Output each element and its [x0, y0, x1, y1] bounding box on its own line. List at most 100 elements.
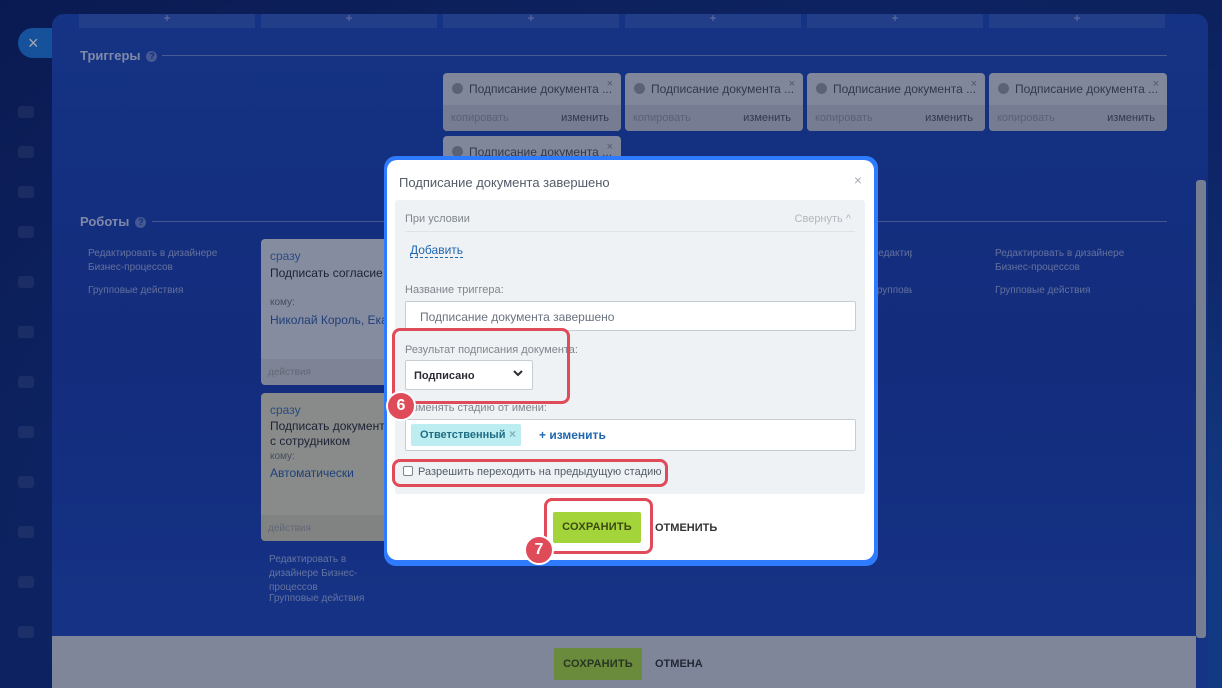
- robot-when[interactable]: сразу: [270, 249, 301, 263]
- rail-icon[interactable]: [18, 576, 34, 588]
- add-condition-link[interactable]: Добавить: [410, 243, 464, 258]
- step-badge-6: 6: [386, 391, 416, 421]
- robot-card[interactable]: сразу Подписать согласие на кому: Никола…: [261, 239, 391, 385]
- group-actions-link[interactable]: Групповые действия: [88, 284, 238, 298]
- robot-title: Подписать согласие на: [270, 266, 391, 280]
- robot-assignee[interactable]: Николай Король, Екат: [270, 313, 391, 327]
- highlight-checkbox: [392, 459, 668, 487]
- trigger-actions: копировать изменить: [625, 105, 803, 131]
- stage-column-add[interactable]: +: [807, 14, 983, 28]
- edit-link[interactable]: изменить: [743, 112, 791, 124]
- copy-link[interactable]: копировать: [451, 112, 509, 124]
- trigger-name: Подписание документа ...: [651, 82, 795, 96]
- rail-icon[interactable]: [18, 276, 34, 288]
- bottom-bar: СОХРАНИТЬ ОТМЕНА: [52, 636, 1196, 688]
- bottom-cancel-button[interactable]: ОТМЕНА: [655, 658, 703, 670]
- rail-icon[interactable]: [18, 186, 34, 198]
- stage-column-add[interactable]: +: [443, 14, 619, 28]
- trigger-icon: [452, 83, 463, 94]
- edit-in-designer-link[interactable]: Редактировать в дизайнере Бизнес-процесс…: [88, 247, 238, 275]
- stage-user-selector[interactable]: Ответственный × + изменить: [405, 419, 856, 451]
- close-icon: ×: [28, 33, 39, 53]
- close-icon[interactable]: ×: [607, 141, 613, 153]
- help-icon[interactable]: ?: [135, 217, 147, 228]
- dialog-cancel-button[interactable]: ОТМЕНИТЬ: [655, 522, 717, 534]
- scrollbar[interactable]: [1196, 180, 1206, 638]
- trigger-card[interactable]: Подписание документа ... × копировать изм…: [443, 73, 621, 131]
- trigger-card[interactable]: Подписание документа ... × копировать изм…: [807, 73, 985, 131]
- robot-to-label: кому:: [270, 297, 295, 308]
- trigger-icon: [816, 83, 827, 94]
- divider: [162, 55, 1167, 56]
- close-icon[interactable]: ×: [789, 78, 795, 90]
- change-user-link[interactable]: + изменить: [539, 428, 606, 442]
- edit-link[interactable]: изменить: [925, 112, 973, 124]
- plus-icon: +: [163, 14, 171, 25]
- trigger-actions: копировать изменить: [443, 105, 621, 131]
- edit-link[interactable]: изменить: [1107, 112, 1155, 124]
- trigger-card[interactable]: Подписание документа ... × копировать изм…: [625, 73, 803, 131]
- collapse-link[interactable]: Свернуть ^: [795, 213, 851, 225]
- divider: [405, 231, 855, 232]
- group-actions-link[interactable]: Групповые действия: [995, 284, 1145, 298]
- rail-icon[interactable]: [18, 326, 34, 338]
- edit-in-designer-link[interactable]: Редактировать в дизайнере Бизнес-процесс…: [995, 247, 1145, 275]
- help-icon[interactable]: ?: [146, 51, 158, 62]
- rail-icon[interactable]: [18, 376, 34, 388]
- responsible-tag-label: Ответственный: [420, 429, 506, 441]
- bottom-save-button[interactable]: СОХРАНИТЬ: [554, 648, 642, 680]
- remove-icon[interactable]: ×: [509, 427, 516, 441]
- robot-when[interactable]: сразу: [270, 403, 301, 417]
- rail-icon[interactable]: [18, 146, 34, 158]
- trigger-icon: [998, 83, 1009, 94]
- plus-icon: +: [527, 14, 535, 25]
- robot-to-label: кому:: [270, 451, 295, 462]
- trigger-name: Подписание документа ...: [1015, 82, 1159, 96]
- copy-link[interactable]: копировать: [633, 112, 691, 124]
- robot-actions[interactable]: действия: [261, 515, 391, 541]
- trigger-card[interactable]: Подписание документа ... × копировать изм…: [989, 73, 1167, 131]
- close-icon[interactable]: ×: [607, 78, 613, 90]
- dialog-title: Подписание документа завершено: [399, 175, 610, 190]
- trigger-icon: [634, 83, 645, 94]
- edit-in-designer-link[interactable]: Редактировать в дизайнере Бизнес-процесс…: [269, 553, 389, 595]
- group-actions-link[interactable]: Групповые действия: [872, 284, 912, 298]
- trigger-name-input[interactable]: Подписание документа завершено: [405, 301, 856, 331]
- close-icon[interactable]: ×: [971, 78, 977, 90]
- plus-icon: +: [709, 14, 717, 25]
- robot-assignee[interactable]: Автоматически: [270, 466, 354, 480]
- left-rail: ×: [0, 0, 58, 688]
- copy-link[interactable]: копировать: [997, 112, 1055, 124]
- robot-title: Подписать документ с сотрудником: [270, 419, 385, 448]
- condition-label: При условии: [405, 213, 470, 225]
- group-actions-link[interactable]: Групповые действия: [269, 592, 419, 606]
- rail-icon[interactable]: [18, 526, 34, 538]
- plus-icon: +: [891, 14, 899, 25]
- stage-column-add[interactable]: +: [261, 14, 437, 28]
- stage-column-add[interactable]: +: [989, 14, 1165, 28]
- rail-icon[interactable]: [18, 476, 34, 488]
- rail-icon[interactable]: [18, 106, 34, 118]
- highlight-save-button: [544, 498, 653, 554]
- rail-icon[interactable]: [18, 226, 34, 238]
- copy-link[interactable]: копировать: [815, 112, 873, 124]
- trigger-name: Подписание документа ...: [833, 82, 977, 96]
- edit-in-designer-link[interactable]: Редактировать в дизайнере Бизнес-процесс…: [872, 247, 912, 261]
- plus-icon: +: [1073, 14, 1081, 25]
- stage-column-add[interactable]: +: [79, 14, 255, 28]
- stage-column-add[interactable]: +: [625, 14, 801, 28]
- edit-link[interactable]: изменить: [561, 112, 609, 124]
- rail-icon[interactable]: [18, 626, 34, 638]
- trigger-actions: копировать изменить: [807, 105, 985, 131]
- triggers-title: Триггеры?: [80, 48, 158, 63]
- robots-title: Роботы?: [80, 214, 147, 229]
- highlight-result-field: [392, 328, 570, 404]
- close-icon[interactable]: ×: [854, 172, 862, 188]
- close-icon[interactable]: ×: [1153, 78, 1159, 90]
- robot-card[interactable]: сразу Подписать документ с сотрудником к…: [261, 393, 391, 541]
- trigger-actions: копировать изменить: [989, 105, 1167, 131]
- robot-actions[interactable]: действия: [261, 359, 391, 385]
- plus-icon: +: [345, 14, 353, 25]
- step-badge-7: 7: [524, 535, 554, 565]
- rail-icon[interactable]: [18, 426, 34, 438]
